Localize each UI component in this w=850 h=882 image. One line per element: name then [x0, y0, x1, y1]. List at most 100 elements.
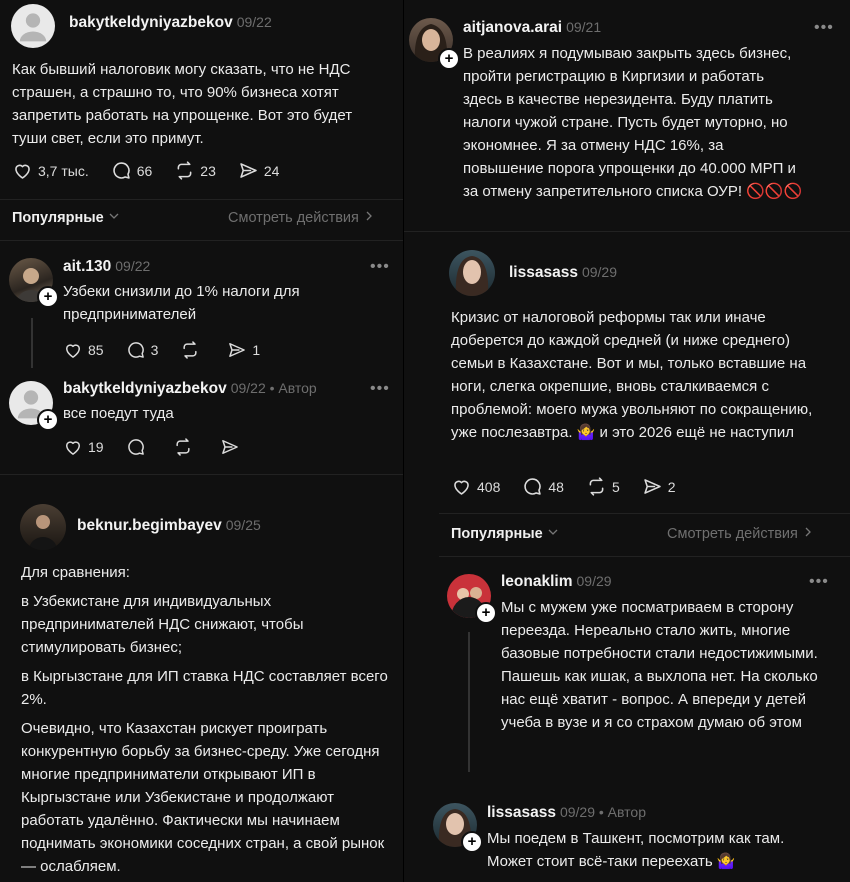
comment-icon	[111, 160, 132, 181]
more-options-icon[interactable]: •••	[370, 380, 390, 398]
repost-icon	[174, 160, 195, 181]
comment-icon	[522, 476, 543, 497]
heart-icon	[63, 340, 83, 360]
heart-icon	[12, 160, 33, 181]
post-date: 09/21	[566, 19, 602, 35]
paragraph: в Кыргызстане для ИП ставка НДС составля…	[21, 668, 388, 708]
share-button[interactable]: 2	[642, 476, 676, 497]
chevron-right-icon	[363, 210, 375, 222]
like-count: 3,7 тыс.	[38, 162, 89, 179]
paragraph: в Узбекистане для индивидуальных предпри…	[21, 593, 304, 656]
paragraph: Очевидно, что Казахстан рискует проиграт…	[21, 720, 385, 875]
post-actions: 408 48 5 2	[451, 476, 698, 497]
heart-icon	[451, 476, 472, 497]
follow-plus-icon[interactable]: +	[37, 409, 59, 431]
view-activity-link[interactable]: Смотреть действия	[667, 526, 814, 542]
follow-plus-icon[interactable]: +	[461, 831, 483, 853]
avatar[interactable]	[20, 504, 66, 550]
repost-count: 23	[200, 162, 216, 179]
repost-icon	[173, 437, 193, 457]
share-count: 2	[667, 478, 676, 495]
divider	[404, 231, 850, 232]
reply-username[interactable]: lissasass 09/29 • Автор	[487, 804, 646, 822]
repost-icon	[180, 340, 200, 360]
post-text: Для сравнения: в Узбекистане для индивид…	[21, 561, 393, 882]
reply-date: 09/29 • Автор	[559, 804, 646, 820]
reply-text: Мы поедем в Ташкент, посмотрим как там. …	[487, 830, 785, 870]
comment-button[interactable]: 48	[522, 476, 564, 497]
reply-date: 09/22 • Автор	[230, 380, 317, 396]
more-options-icon[interactable]: •••	[814, 19, 834, 37]
avatar[interactable]	[449, 250, 495, 296]
follow-plus-icon[interactable]: +	[475, 602, 497, 624]
more-options-icon[interactable]: •••	[370, 258, 390, 276]
like-count: 408	[477, 478, 501, 495]
follow-plus-icon[interactable]: +	[37, 286, 59, 308]
like-count: 19	[88, 439, 104, 455]
like-button[interactable]: 3,7 тыс.	[12, 160, 89, 181]
follow-plus-icon[interactable]: +	[438, 48, 460, 70]
reply-text: Узбеки снизили до 1% налоги для предприн…	[63, 283, 300, 323]
reply-username[interactable]: leonaklim 09/29	[501, 573, 612, 591]
post-text: В реалиях я подумываю закрыть здесь бизн…	[463, 45, 803, 200]
profile-photo-icon	[455, 256, 489, 296]
share-icon	[227, 340, 247, 360]
reply-username[interactable]: bakytkeldyniyazbekov 09/22 • Автор	[63, 380, 317, 398]
like-button[interactable]: 19	[63, 437, 104, 457]
divider	[0, 474, 403, 475]
chevron-right-icon	[802, 526, 814, 538]
view-activity-link[interactable]: Смотреть действия	[228, 210, 375, 226]
like-button[interactable]: 85	[63, 340, 104, 360]
divider	[0, 199, 403, 200]
post-date: 09/25	[225, 517, 261, 533]
comment-button[interactable]: 3	[126, 340, 159, 360]
comment-button[interactable]	[126, 437, 151, 457]
share-button[interactable]	[220, 437, 245, 457]
avatar[interactable]	[11, 4, 55, 48]
post-date: 09/22	[236, 14, 272, 30]
share-icon	[642, 476, 663, 497]
share-button[interactable]: 24	[238, 160, 280, 181]
more-options-icon[interactable]: •••	[809, 573, 829, 591]
post-username[interactable]: aitjanova.arai 09/21	[463, 19, 601, 37]
chevron-down-icon	[547, 526, 559, 538]
post-username[interactable]: bakytkeldyniyazbekov 09/22	[69, 14, 272, 32]
share-count: 1	[252, 342, 261, 358]
thread-line	[31, 318, 33, 368]
comment-count: 3	[150, 342, 159, 358]
post-username[interactable]: beknur.begimbayev 09/25	[77, 517, 261, 535]
paragraph: Для сравнения:	[21, 564, 130, 581]
divider	[0, 240, 403, 241]
comment-icon	[126, 437, 146, 457]
repost-button[interactable]	[173, 437, 198, 457]
sort-dropdown[interactable]: Популярные	[12, 210, 120, 226]
divider	[439, 513, 850, 514]
post-actions: 3,7 тыс. 66 23 24	[12, 160, 301, 181]
sort-dropdown[interactable]: Популярные	[451, 526, 559, 542]
like-button[interactable]: 408	[451, 476, 500, 497]
share-icon	[220, 437, 240, 457]
repost-button[interactable]: 5	[586, 476, 620, 497]
reply-username[interactable]: ait.130 09/22	[63, 258, 150, 276]
share-icon	[238, 160, 259, 181]
chevron-down-icon	[108, 210, 120, 222]
reply-date: 09/22	[115, 258, 151, 274]
comment-count: 48	[548, 478, 564, 495]
default-avatar-icon	[11, 4, 55, 48]
repost-button[interactable]	[180, 340, 205, 360]
post-text: Кризис от налоговой реформы так или инач…	[451, 309, 813, 441]
like-count: 85	[88, 342, 104, 358]
comment-button[interactable]: 66	[111, 160, 152, 181]
reply-actions: 85 3 1	[63, 340, 282, 360]
heart-icon	[63, 437, 83, 457]
repost-icon	[586, 476, 607, 497]
repost-button[interactable]: 23	[174, 160, 216, 181]
comment-icon	[126, 340, 146, 360]
reply-actions: 19	[63, 437, 267, 457]
reply-text: все поедут туда	[63, 405, 174, 422]
share-count: 24	[263, 162, 280, 179]
post-username[interactable]: lissasass 09/29	[509, 264, 617, 282]
share-button[interactable]: 1	[227, 340, 260, 360]
profile-photo-icon	[29, 515, 57, 550]
right-panel: + aitjanova.arai 09/21 ••• В реалиях я по…	[403, 0, 850, 882]
